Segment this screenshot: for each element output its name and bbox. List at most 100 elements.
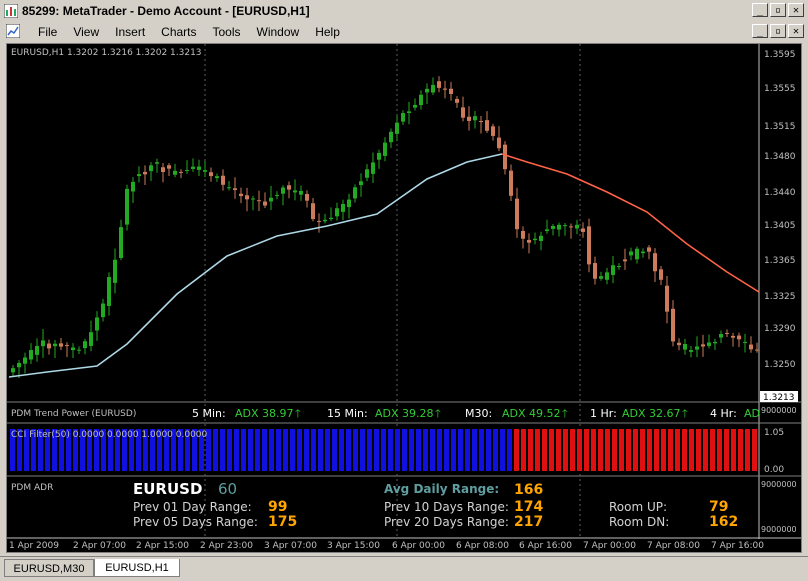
cci-bar	[458, 429, 463, 471]
candle-body	[641, 251, 645, 254]
candle-body	[353, 187, 357, 199]
cci-bar	[416, 429, 421, 471]
candle-body	[617, 266, 621, 268]
chart-minimize-button[interactable]: _	[752, 24, 768, 38]
cci-bar	[654, 429, 659, 471]
candle-body	[125, 188, 129, 225]
cci-bar	[514, 429, 519, 471]
candle-body	[383, 142, 387, 156]
trend-up-arrow-icon: 🡑	[682, 407, 688, 420]
candle-body	[527, 239, 531, 243]
trend-scale-label: 9000000	[761, 406, 797, 415]
cci-bar	[668, 429, 673, 471]
candle-body	[161, 167, 165, 172]
cci-bar	[577, 429, 582, 471]
adr-avg-label: Avg Daily Range:	[384, 482, 499, 496]
minimize-button[interactable]: _	[752, 3, 768, 17]
cci-bar	[738, 429, 743, 471]
cci-bar	[388, 429, 393, 471]
menu-insert[interactable]: Insert	[107, 25, 153, 39]
trend-tf-4hr: 4 Hr:	[710, 407, 737, 420]
candle-body	[467, 116, 471, 121]
cci-bar	[409, 429, 414, 471]
candle-body	[755, 349, 759, 351]
cci-bar	[395, 429, 400, 471]
cci-bar	[311, 429, 316, 471]
cci-bar	[241, 429, 246, 471]
candle-body	[449, 88, 453, 95]
candle-body	[431, 84, 435, 93]
tab-eurusd-m30[interactable]: EURUSD,M30	[4, 559, 94, 577]
candle-body	[455, 98, 459, 103]
candle-body	[647, 247, 651, 252]
adr-prev05-value: 175	[268, 514, 297, 530]
moving-average-line	[8, 153, 503, 378]
adr-room-up-label: Room UP:	[609, 500, 667, 514]
candle-body	[65, 345, 69, 347]
cci-bar	[661, 429, 666, 471]
cci-indicator-name: CCI Filter(50) 0.0000 0.0000 1.0000 0.00…	[11, 430, 208, 440]
candle-body	[23, 357, 27, 364]
candle-body	[221, 175, 225, 185]
adr-scale-bottom: 9000000	[761, 525, 797, 534]
candle-body	[95, 317, 99, 331]
candle-body	[491, 126, 495, 136]
menu-help[interactable]: Help	[307, 25, 348, 39]
cci-bar	[276, 429, 281, 471]
candle-body	[323, 219, 327, 222]
chart-window-icon[interactable]	[6, 24, 20, 38]
cci-bar	[528, 429, 533, 471]
candle-body	[131, 181, 135, 192]
candle-body	[725, 332, 729, 334]
cci-bar	[213, 429, 218, 471]
price-label: 1.3365	[764, 256, 796, 266]
candle-body	[563, 225, 567, 227]
adr-room-dn-value: 162	[709, 514, 738, 530]
candle-body	[275, 194, 279, 196]
candle-body	[29, 350, 33, 360]
restore-button[interactable]: ▫	[770, 3, 786, 17]
candle-body	[101, 303, 105, 318]
adr-avg-value: 166	[514, 482, 543, 498]
candle-body	[359, 181, 363, 186]
trend-tf-1hr: 1 Hr:	[590, 407, 617, 420]
chart-area[interactable]: EURUSD,H1 1.3202 1.3216 1.3202 1.3213 1.…	[6, 43, 802, 553]
chart-symbol-info: EURUSD,H1 1.3202 1.3216 1.3202 1.3213	[11, 48, 202, 58]
candle-body	[293, 190, 297, 193]
cci-bar	[591, 429, 596, 471]
menu-window[interactable]: Window	[249, 25, 308, 39]
adr-symbol: EURUSD	[133, 480, 202, 498]
candle-body	[173, 170, 177, 175]
candle-body	[191, 166, 195, 169]
candle-body	[329, 217, 333, 220]
price-chart[interactable]: EURUSD,H1 1.3202 1.3216 1.3202 1.3213 1.…	[7, 44, 801, 552]
adr-indicator-name: PDM ADR	[11, 483, 53, 493]
candle-body	[689, 350, 693, 352]
candle-body	[143, 171, 147, 175]
chart-close-button[interactable]: ✕	[788, 24, 804, 38]
menu-tools[interactable]: Tools	[205, 25, 249, 39]
candle-body	[137, 174, 141, 177]
cci-bar	[493, 429, 498, 471]
candle-body	[665, 285, 669, 312]
candle-body	[575, 224, 579, 229]
chart-restore-button[interactable]: ▫	[770, 24, 786, 38]
close-button[interactable]: ✕	[788, 3, 804, 17]
candle-body	[503, 144, 507, 170]
cci-bar	[374, 429, 379, 471]
menu-charts[interactable]: Charts	[153, 25, 204, 39]
time-label: 7 Apr 16:00	[711, 541, 764, 551]
candle-body	[413, 104, 417, 108]
adr-prev10-label: Prev 10 Days Range:	[384, 500, 509, 514]
candle-body	[341, 203, 345, 212]
candle-body	[605, 272, 609, 280]
tab-eurusd-h1[interactable]: EURUSD,H1	[94, 559, 180, 577]
trend-tf-5min: 5 Min:	[192, 407, 226, 420]
menu-view[interactable]: View	[65, 25, 107, 39]
menu-file[interactable]: File	[30, 25, 65, 39]
cci-bar	[584, 429, 589, 471]
trend-tf-15min: 15 Min:	[327, 407, 368, 420]
cci-bar	[535, 429, 540, 471]
trend-tf-m30: M30:	[465, 407, 492, 420]
candle-body	[305, 194, 309, 201]
